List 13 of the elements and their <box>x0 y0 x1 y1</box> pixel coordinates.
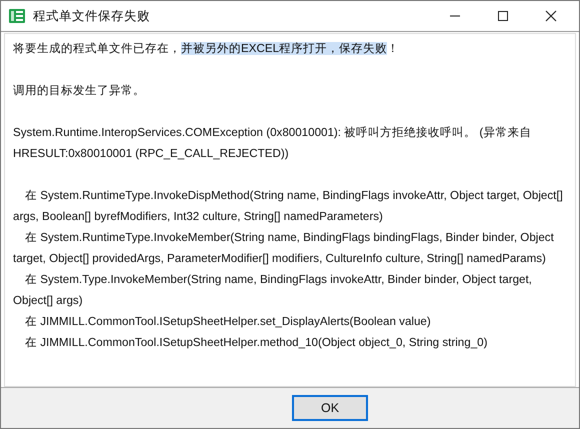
maximize-icon[interactable] <box>497 10 509 22</box>
ok-button[interactable]: OK <box>292 395 368 421</box>
error-message: 将要生成的程式单文件已存在，并被另外的EXCEL程序打开，保存失败！ <box>13 41 400 57</box>
spreadsheet-icon <box>9 8 25 24</box>
stack-frame: 在 System.Type.InvokeMember(String name, BindingFlags invokeAttr, Binder binder, Object target, Object[] args) <box>13 269 567 311</box>
stack-frame: 在 System.RuntimeType.InvokeDispMethod(String name, BindingFlags invokeAttr, Object target, Object[] args, Boolean[] byrefModifiers, Int32 culture, String[] namedParameters) <box>13 185 567 227</box>
error-text: 调用的目标发生了异常。 <box>13 83 146 99</box>
stack-frame: 在 JIMMILL.CommonTool.ISetupSheetHelper.set_DisplayAlerts(Boolean value) <box>13 311 567 332</box>
stack-frame: 在 System.RuntimeType.InvokeMember(String name, BindingFlags bindingFlags, Binder binder, Object target, Object[] providedArgs, ParameterModifier[] modifiers, CultureInfo culture, String[] namedParams) <box>13 227 567 269</box>
error-text: System.Runtime.InteropServices.COMException (0x80010001): 被呼叫方拒绝接收呼叫。 (异常来自 HRESULT:0x80010001 (RPC_E_CALL_REJECTED)) <box>13 125 532 162</box>
stack-frame: 在 JIMMILL.CommonTool.ISetupSheetHelper.method_10(Object object_0, String string_0) <box>13 332 567 353</box>
close-icon[interactable] <box>545 10 557 22</box>
window-title: 程式单文件保存失败 <box>33 8 150 24</box>
